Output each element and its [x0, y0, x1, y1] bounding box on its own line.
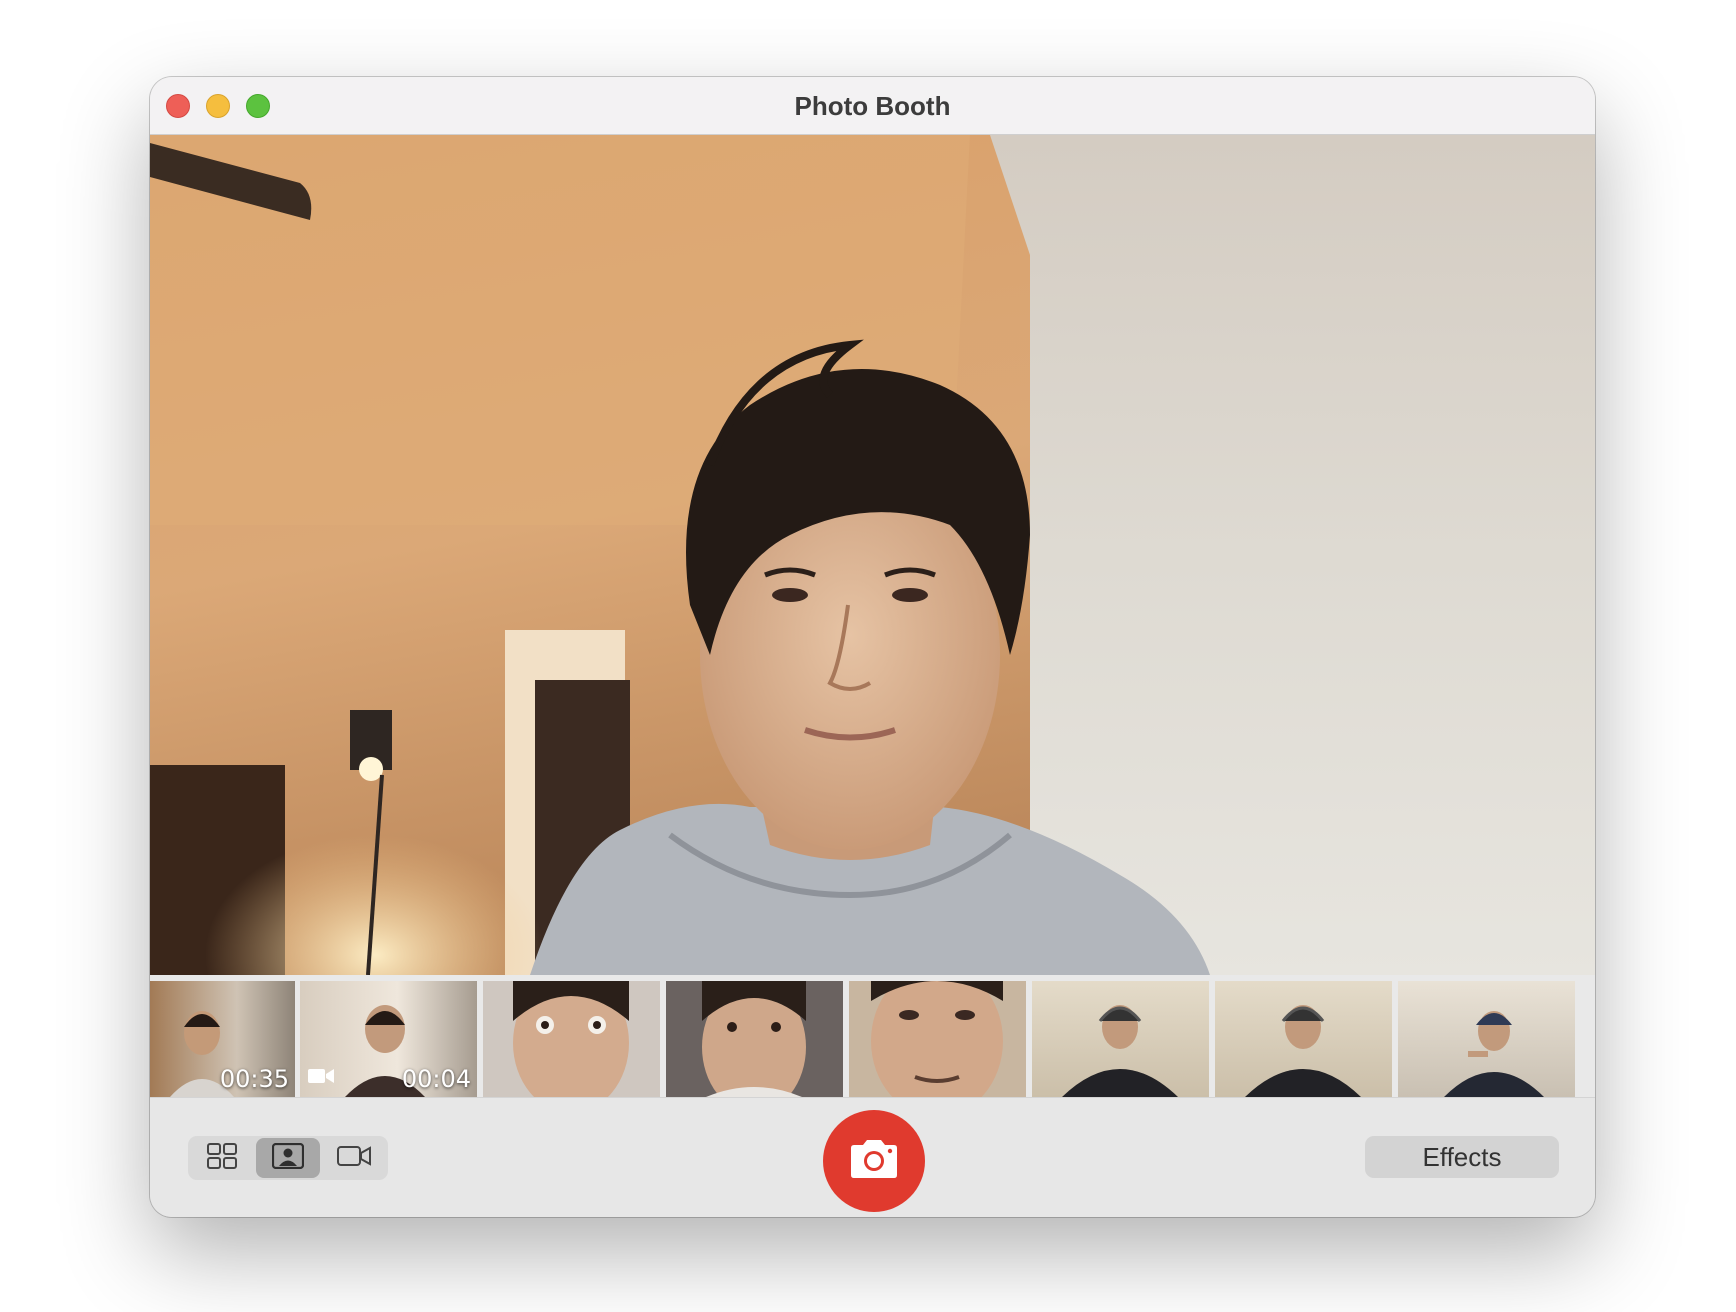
thumbnail-photo[interactable] — [483, 981, 660, 1097]
video-camera-icon — [308, 1068, 334, 1089]
thumbnail-image — [513, 981, 629, 1097]
four-up-mode-button[interactable] — [190, 1138, 254, 1178]
thumbnail-photo[interactable] — [1032, 981, 1209, 1097]
take-photo-button[interactable] — [823, 1110, 925, 1212]
video-duration: 00:04 — [401, 1065, 471, 1093]
portrait-photo-icon — [271, 1142, 305, 1174]
thumbnail-video[interactable]: 00:35 — [150, 981, 295, 1097]
thumbnail-image — [1062, 1005, 1178, 1097]
photo-booth-window: Photo Booth 00:35 00:04 Effects — [150, 77, 1595, 1217]
toolbar: Effects — [150, 1098, 1595, 1217]
thumbnail-photo[interactable] — [849, 981, 1026, 1097]
camera-preview — [150, 135, 1595, 975]
thumbnail-strip[interactable]: 00:35 00:04 — [150, 975, 1595, 1098]
title-bar[interactable]: Photo Booth — [150, 77, 1595, 135]
thumbnail-photo[interactable] — [1398, 981, 1575, 1097]
single-photo-mode-button[interactable] — [256, 1138, 320, 1178]
effects-button[interactable]: Effects — [1365, 1136, 1559, 1178]
thumbnail-photo[interactable] — [1215, 981, 1392, 1097]
grid-icon — [207, 1142, 237, 1174]
thumbnail-image — [871, 981, 1003, 1097]
camera-preview-image — [150, 135, 1595, 975]
window-title: Photo Booth — [794, 91, 951, 121]
camera-icon — [847, 1138, 901, 1185]
video-duration: 00:35 — [219, 1065, 289, 1093]
mode-segmented-control — [188, 1136, 388, 1180]
video-camera-icon — [337, 1145, 371, 1172]
thumbnail-image — [1245, 1005, 1361, 1097]
thumbnail-photo[interactable] — [666, 981, 843, 1097]
video-mode-button[interactable] — [322, 1138, 386, 1178]
thumbnail-image — [702, 981, 806, 1097]
thumbnail-image — [1444, 1011, 1544, 1097]
thumbnail-video[interactable]: 00:04 — [300, 981, 477, 1097]
